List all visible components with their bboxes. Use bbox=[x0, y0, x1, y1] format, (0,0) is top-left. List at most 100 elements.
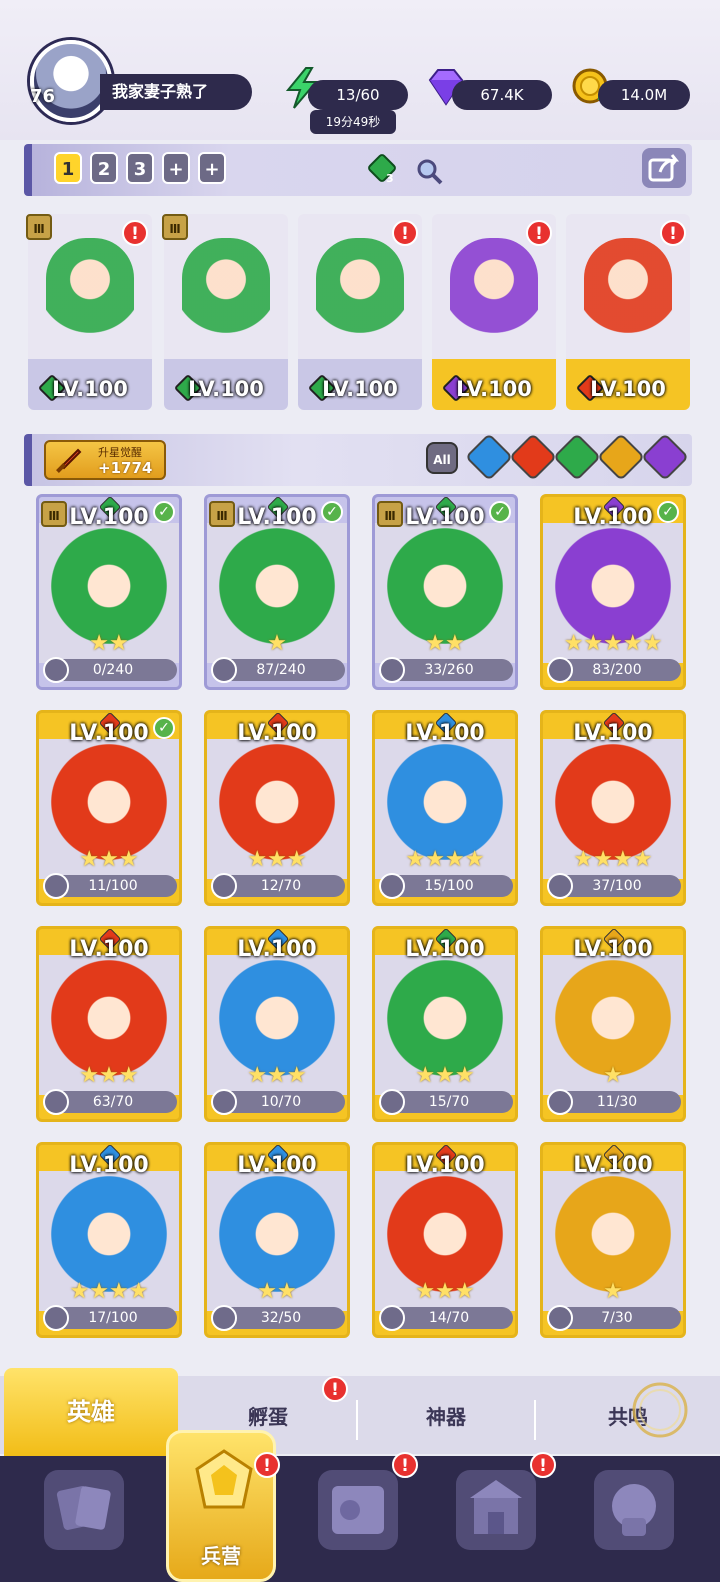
hero-level: LV.100 bbox=[405, 937, 485, 962]
hero-stars: ★★★ bbox=[415, 1279, 475, 1304]
nav-guild-icon[interactable] bbox=[594, 1470, 674, 1550]
gold-value: 14.0M bbox=[598, 80, 690, 110]
nav-cards-icon[interactable] bbox=[44, 1470, 124, 1550]
hero-stars: ★★★★ bbox=[405, 847, 485, 872]
check-icon: ✓ bbox=[657, 501, 679, 523]
hero-level: LV.100 bbox=[237, 1153, 317, 1178]
barracks-alert-icon: ! bbox=[254, 1452, 280, 1478]
team-tab-add-1[interactable]: + bbox=[162, 152, 190, 184]
rank-badge-icon: Ⅲ bbox=[209, 501, 235, 527]
hero-portrait bbox=[46, 238, 134, 356]
hero-level: LV.100 bbox=[69, 1153, 149, 1178]
hero-level: LV.100 bbox=[405, 721, 485, 746]
team-tab-3[interactable]: 3 bbox=[126, 152, 154, 184]
team-member-level: LV.100 bbox=[322, 377, 398, 401]
eggs-alert-icon: ! bbox=[322, 1376, 348, 1402]
hero-stars: ★★★ bbox=[79, 847, 139, 872]
hero-stars: ★ bbox=[603, 1063, 623, 1088]
alert-icon: ! bbox=[392, 220, 418, 246]
hero-level: LV.100 bbox=[573, 721, 653, 746]
shop-alert-icon: ! bbox=[530, 1452, 556, 1478]
hero-card[interactable]: LV.100 ★★★ 63/70 bbox=[36, 926, 182, 1122]
hero-card[interactable]: LV.100 ★★★ 15/70 bbox=[372, 926, 518, 1122]
team-badge-count: 3 bbox=[386, 172, 394, 185]
team-bar bbox=[24, 144, 692, 196]
hero-card[interactable]: LV.100 ★ 11/30 bbox=[540, 926, 686, 1122]
hero-portrait bbox=[450, 238, 538, 356]
hero-stars: ★★ bbox=[257, 1279, 297, 1304]
filter-all[interactable]: All bbox=[426, 442, 458, 474]
nav-map-icon[interactable] bbox=[318, 1470, 398, 1550]
energy-timer: 19分49秒 bbox=[310, 110, 396, 134]
hero-card[interactable]: LV.100 ★★★★ 17/100 bbox=[36, 1142, 182, 1338]
team-tab-add-2[interactable]: + bbox=[198, 152, 226, 184]
hero-level: LV.100 bbox=[237, 937, 317, 962]
shard-icon bbox=[43, 1305, 69, 1331]
hero-card[interactable]: LV.100 ★★ 0/240 ✓ Ⅲ bbox=[36, 494, 182, 690]
hero-card[interactable]: LV.100 ★★ 32/50 bbox=[204, 1142, 350, 1338]
hero-portrait bbox=[182, 238, 270, 356]
star-awaken-value: +1774 bbox=[98, 459, 153, 477]
hero-card[interactable]: LV.100 ★★★ 14/70 bbox=[372, 1142, 518, 1338]
check-icon: ✓ bbox=[153, 501, 175, 523]
star-awaken-button[interactable]: 升星觉醒 +1774 bbox=[44, 440, 166, 480]
shard-icon bbox=[547, 1089, 573, 1115]
rank-badge-icon: Ⅲ bbox=[41, 501, 67, 527]
hero-card[interactable]: LV.100 ★★★ 11/100 ✓ bbox=[36, 710, 182, 906]
check-icon: ✓ bbox=[153, 717, 175, 739]
hero-level: LV.100 bbox=[573, 1153, 653, 1178]
alert-icon: ! bbox=[526, 220, 552, 246]
hero-card[interactable]: LV.100 ★★★★★ 83/200 ✓ bbox=[540, 494, 686, 690]
energy-value: 13/60 bbox=[308, 80, 408, 110]
shard-icon bbox=[43, 657, 69, 683]
hero-card[interactable]: LV.100 ★★★★ 37/100 bbox=[540, 710, 686, 906]
shard-icon bbox=[211, 1089, 237, 1115]
hero-stars: ★★★★ bbox=[573, 847, 653, 872]
hero-stars: ★★★★ bbox=[69, 1279, 149, 1304]
gem-value: 67.4K bbox=[452, 80, 552, 110]
rank-badge-icon: Ⅲ bbox=[377, 501, 403, 527]
team-member-card[interactable]: LV.100 bbox=[164, 214, 288, 410]
shard-icon bbox=[547, 657, 573, 683]
search-icon[interactable] bbox=[414, 156, 444, 186]
hero-card[interactable]: LV.100 ★ 7/30 bbox=[540, 1142, 686, 1338]
hero-stars: ★ bbox=[267, 631, 287, 656]
hero-card[interactable]: LV.100 ★★★★ 15/100 bbox=[372, 710, 518, 906]
barracks-icon bbox=[195, 1449, 253, 1509]
hero-card[interactable]: LV.100 ★★★ 10/70 bbox=[204, 926, 350, 1122]
player-level: 76 bbox=[30, 86, 56, 107]
share-button[interactable] bbox=[642, 148, 686, 188]
hero-stars: ★★★ bbox=[415, 1063, 475, 1088]
shard-icon bbox=[547, 873, 573, 899]
alert-icon: ! bbox=[660, 220, 686, 246]
shard-icon bbox=[379, 1089, 405, 1115]
hero-stars: ★★★★★ bbox=[563, 631, 663, 656]
team-member-level: LV.100 bbox=[590, 377, 666, 401]
shard-icon bbox=[379, 1305, 405, 1331]
check-icon: ✓ bbox=[489, 501, 511, 523]
player-name[interactable]: 我家妻子熟了 bbox=[100, 74, 252, 110]
team-member-level: LV.100 bbox=[188, 377, 264, 401]
tab-heroes[interactable]: 英雄 bbox=[4, 1368, 178, 1456]
shard-icon bbox=[547, 1305, 573, 1331]
hero-level: LV.100 bbox=[69, 937, 149, 962]
glow-ring-icon bbox=[632, 1382, 688, 1438]
shard-icon bbox=[211, 1305, 237, 1331]
team-member-level: LV.100 bbox=[456, 377, 532, 401]
hero-stars: ★ bbox=[603, 1279, 623, 1304]
team-tab-2[interactable]: 2 bbox=[90, 152, 118, 184]
shard-icon bbox=[211, 873, 237, 899]
nav-shop-icon[interactable] bbox=[456, 1470, 536, 1550]
hero-card[interactable]: LV.100 ★ 87/240 ✓ Ⅲ bbox=[204, 494, 350, 690]
tab-artifacts[interactable]: 神器 bbox=[358, 1392, 534, 1442]
hero-stars: ★★ bbox=[89, 631, 129, 656]
hero-card[interactable]: LV.100 ★★ 33/260 ✓ Ⅲ bbox=[372, 494, 518, 690]
share-icon bbox=[648, 154, 680, 182]
rank-badge-icon: Ⅲ bbox=[162, 214, 188, 240]
hero-stars: ★★★ bbox=[79, 1063, 139, 1088]
hero-stars: ★★ bbox=[425, 631, 465, 656]
hero-level: LV.100 bbox=[405, 1153, 485, 1178]
team-tab-1[interactable]: 1 bbox=[54, 152, 82, 184]
hero-card[interactable]: LV.100 ★★★ 12/70 bbox=[204, 710, 350, 906]
alert-icon: ! bbox=[122, 220, 148, 246]
